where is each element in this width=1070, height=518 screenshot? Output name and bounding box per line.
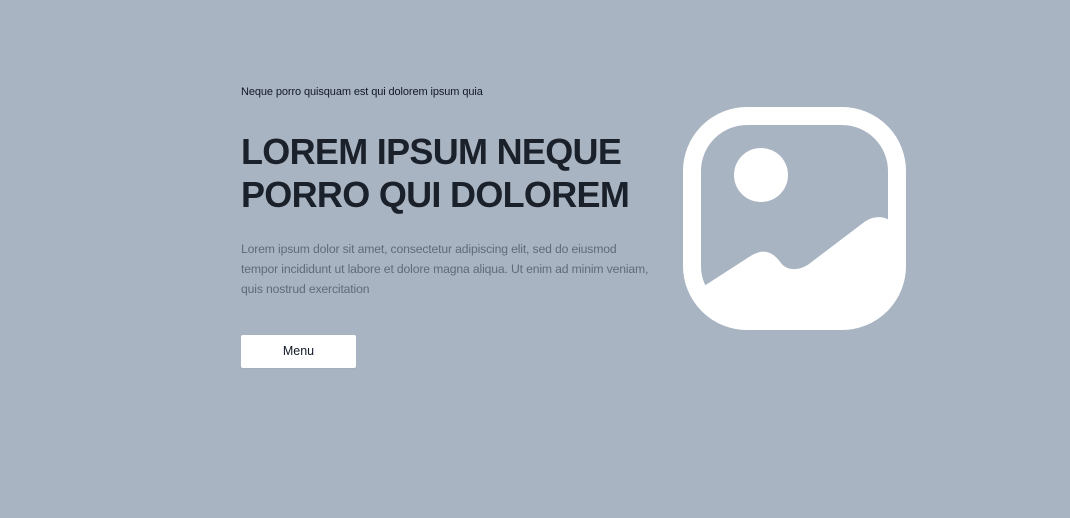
hero-title-line-1: LOREM IPSUM NEQUE xyxy=(241,131,622,172)
hero-content: Neque porro quisquam est qui dolorem ips… xyxy=(241,84,661,299)
image-sun xyxy=(734,148,788,202)
hero-description: Lorem ipsum dolor sit amet, consectetur … xyxy=(241,242,649,296)
hero-title: LOREM IPSUM NEQUE PORRO QUI DOLOREM xyxy=(241,130,661,216)
hero-eyebrow: Neque porro quisquam est qui dolorem ips… xyxy=(241,86,483,98)
image-placeholder-svg xyxy=(683,107,906,330)
hero-title-line-2: PORRO QUI DOLOREM xyxy=(241,174,630,215)
image-mountains xyxy=(701,217,897,321)
hero-section: Neque porro quisquam est qui dolorem ips… xyxy=(0,0,1070,518)
image-placeholder-icon xyxy=(683,107,906,330)
menu-button[interactable]: Menu xyxy=(241,335,356,368)
